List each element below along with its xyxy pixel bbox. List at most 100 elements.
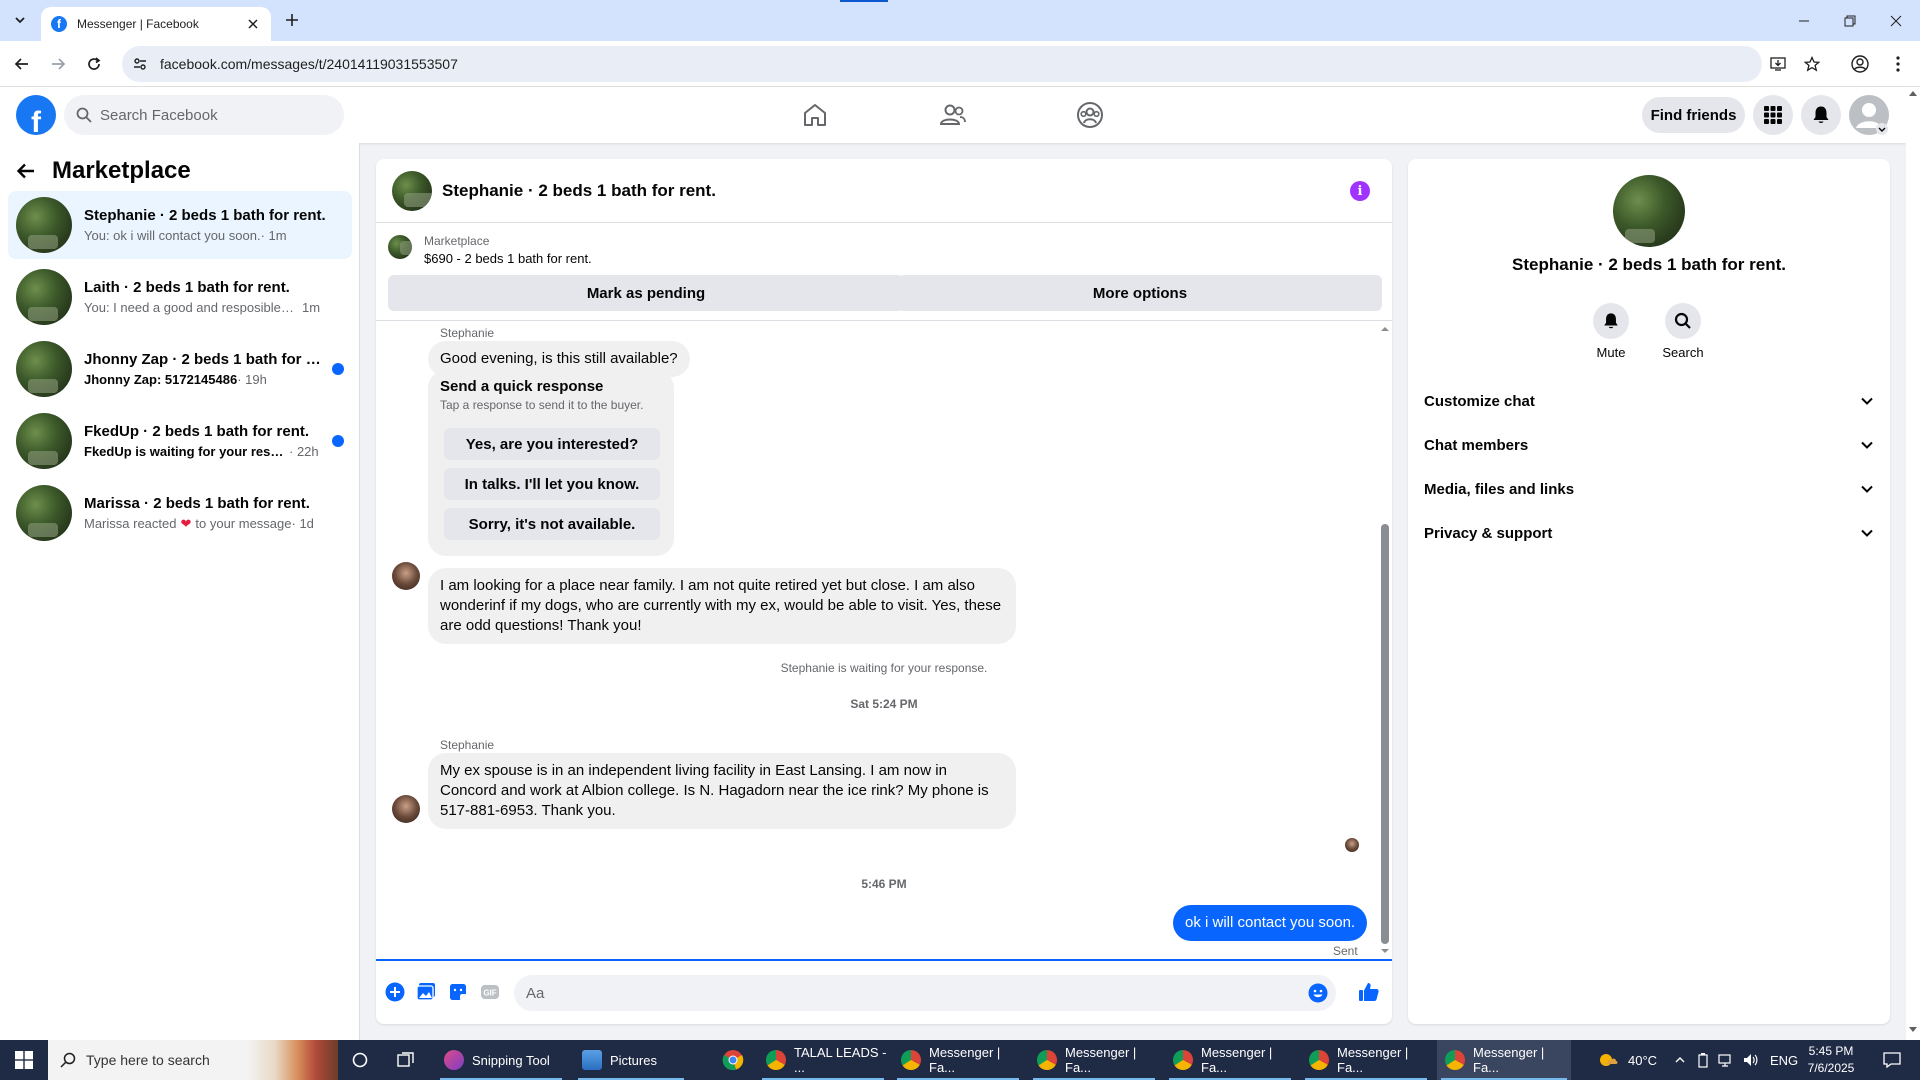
conversation-item-jhonny-zap[interactable]: Jhonny Zap · 2 beds 1 bath for re... Jho… — [8, 335, 352, 403]
taskbar-app-snipping-tool[interactable]: Snipping Tool — [436, 1040, 566, 1080]
taskbar-search-box[interactable] — [48, 1040, 338, 1080]
notifications-bell-icon[interactable] — [1801, 95, 1841, 135]
conversation-item-fkedup[interactable]: FkedUp · 2 beds 1 bath for rent. FkedUp … — [8, 407, 352, 475]
sent-status: Sent — [1333, 944, 1358, 958]
photo-icon[interactable] — [414, 980, 438, 1004]
volume-icon[interactable] — [1742, 1052, 1758, 1068]
input-language[interactable]: ENG — [1770, 1053, 1798, 1068]
weather-widget[interactable]: 40°C — [1596, 1040, 1657, 1080]
minimize-window-icon[interactable] — [1781, 0, 1827, 41]
chat-members-section[interactable]: Chat members — [1424, 423, 1874, 467]
mute-button[interactable]: Mute — [1581, 303, 1641, 360]
menu-grid-icon[interactable] — [1753, 95, 1793, 135]
chevron-up-icon[interactable] — [1674, 1054, 1686, 1066]
task-view-icon[interactable] — [390, 1040, 422, 1080]
sender-avatar[interactable] — [392, 795, 420, 823]
conversation-time: · 1d — [291, 515, 314, 531]
notification-center-icon[interactable] — [1872, 1040, 1912, 1080]
quick-response-button[interactable]: Yes, are you interested? — [444, 428, 660, 460]
taskbar-app-messenger-3[interactable]: Messenger | Fa... — [1165, 1040, 1295, 1080]
chat-title[interactable]: Stephanie · 2 beds 1 bath for rent. — [442, 181, 716, 201]
scroll-thumb[interactable] — [1381, 524, 1389, 944]
taskbar-app-messenger-2[interactable]: Messenger | Fa... — [1029, 1040, 1159, 1080]
forward-arrow-icon[interactable] — [46, 52, 70, 76]
back-arrow-icon[interactable] — [16, 161, 36, 181]
weather-sun-icon — [1600, 1054, 1618, 1066]
listing-thumbnail[interactable] — [388, 235, 412, 259]
friends-icon[interactable] — [933, 95, 973, 135]
network-icon[interactable] — [1718, 1052, 1734, 1068]
conversation-name: Laith · 2 beds 1 bath for rent. — [84, 279, 290, 296]
mark-as-pending-button[interactable]: Mark as pending — [388, 275, 904, 311]
quick-response-button[interactable]: In talks. I'll let you know. — [444, 468, 660, 500]
section-label: Customize chat — [1424, 392, 1535, 410]
search-highlight-image — [248, 1040, 338, 1080]
message-bubble[interactable]: I am looking for a place near family. I … — [428, 568, 1016, 644]
conversation-item-laith[interactable]: Laith · 2 beds 1 bath for rent. You: I n… — [8, 263, 352, 331]
thumbs-up-icon[interactable] — [1357, 980, 1381, 1004]
more-options-button[interactable]: More options — [898, 275, 1382, 311]
message-bubble[interactable]: My ex spouse is in an independent living… — [428, 753, 1016, 829]
media-files-links-section[interactable]: Media, files and links — [1424, 467, 1874, 511]
bell-icon — [1593, 303, 1629, 339]
battery-icon[interactable] — [1696, 1052, 1710, 1068]
facebook-logo-icon[interactable]: f — [16, 95, 56, 135]
install-app-icon[interactable] — [1766, 52, 1790, 76]
browser-tab-messenger[interactable]: f Messenger | Facebook — [41, 7, 271, 41]
taskbar-app-messenger-5[interactable]: Messenger | Fa... — [1437, 1040, 1571, 1080]
taskbar-clock[interactable]: 5:45 PM 7/6/2025 — [1796, 1043, 1866, 1077]
facebook-search-input[interactable] — [100, 106, 320, 124]
emoji-icon[interactable] — [1308, 983, 1328, 1003]
account-avatar-icon[interactable] — [1849, 95, 1889, 135]
profile-icon[interactable] — [1848, 52, 1872, 76]
message-input[interactable] — [526, 984, 1286, 1002]
chat-panel: Stephanie · 2 beds 1 bath for rent. i Ma… — [376, 159, 1392, 1024]
close-window-icon[interactable] — [1873, 0, 1919, 41]
site-settings-icon[interactable] — [132, 56, 148, 72]
contact-avatar[interactable] — [1613, 175, 1685, 247]
conversation-item-marissa[interactable]: Marissa · 2 beds 1 bath for rent. Mariss… — [8, 479, 352, 547]
privacy-support-section[interactable]: Privacy & support — [1424, 511, 1874, 555]
taskbar-search-input[interactable] — [86, 1052, 266, 1068]
tab-search-dropdown-icon[interactable] — [8, 8, 32, 32]
find-friends-button[interactable]: Find friends — [1642, 97, 1745, 133]
windows-start-icon[interactable] — [0, 1040, 48, 1080]
taskbar-app-messenger-1[interactable]: Messenger | Fa... — [893, 1040, 1023, 1080]
clock-date: 7/6/2025 — [1807, 1061, 1855, 1075]
bookmark-star-icon[interactable] — [1800, 52, 1824, 76]
gif-icon[interactable]: GIF — [478, 980, 502, 1004]
chat-avatar[interactable] — [392, 170, 432, 211]
url-omnibox[interactable]: facebook.com/messages/t/2401411903155350… — [122, 46, 1762, 82]
new-tab-plus-icon[interactable] — [282, 10, 302, 30]
search-in-chat-button[interactable]: Search — [1653, 303, 1713, 360]
reload-icon[interactable] — [82, 52, 106, 76]
taskbar-app-messenger-4[interactable]: Messenger | Fa... — [1301, 1040, 1431, 1080]
listing-price-title[interactable]: $690 - 2 beds 1 bath for rent. — [424, 251, 592, 266]
cortana-icon[interactable] — [344, 1040, 376, 1080]
plus-circle-icon[interactable] — [383, 980, 407, 1004]
conversation-item-stephanie[interactable]: Stephanie · 2 beds 1 bath for rent. You:… — [8, 191, 352, 259]
taskbar-app-talal-leads[interactable]: TALAL LEADS - ... — [758, 1040, 888, 1080]
home-icon[interactable] — [795, 95, 835, 135]
sticker-icon[interactable] — [446, 980, 470, 1004]
app-label: Messenger | Fa... — [1065, 1045, 1137, 1075]
back-arrow-icon[interactable] — [10, 52, 34, 76]
sender-avatar[interactable] — [392, 562, 420, 590]
taskbar-app-pictures[interactable]: Pictures — [574, 1040, 688, 1080]
browser-menu-icon[interactable] — [1886, 52, 1910, 76]
my-message-bubble[interactable]: ok i will contact you soon. — [1173, 905, 1368, 941]
message-scrollbar[interactable] — [1378, 321, 1390, 961]
info-icon[interactable]: i — [1350, 181, 1370, 201]
quick-response-button[interactable]: Sorry, it's not available. — [444, 508, 660, 540]
restore-window-icon[interactable] — [1827, 0, 1873, 41]
read-receipt-avatar — [1345, 838, 1359, 852]
page-scrollbar[interactable] — [1906, 87, 1920, 1040]
customize-chat-section[interactable]: Customize chat — [1424, 379, 1874, 423]
app-label: Messenger | Fa... — [929, 1045, 1001, 1075]
message-input-box[interactable] — [514, 975, 1336, 1011]
groups-icon[interactable] — [1070, 95, 1110, 135]
tab-close-icon[interactable] — [245, 16, 261, 32]
facebook-search-box[interactable] — [64, 95, 344, 135]
chrome-icon[interactable] — [716, 1040, 750, 1080]
conversation-preview: Jhonny Zap: 5172145486 — [84, 372, 238, 387]
